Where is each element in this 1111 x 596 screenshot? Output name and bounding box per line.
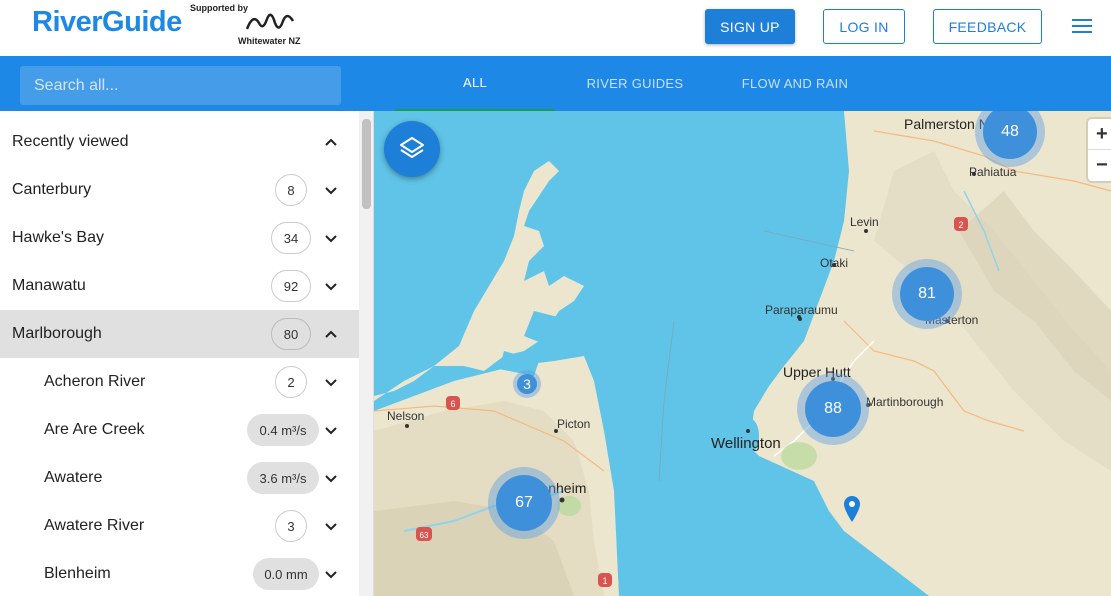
sidebar-item-label: Recently viewed	[12, 133, 129, 150]
sidebar-item-label: Awatere	[44, 469, 103, 486]
sidebar-item-label: Marlborough	[12, 325, 102, 342]
tab-all[interactable]: ALL	[395, 56, 555, 111]
search-input[interactable]	[20, 66, 341, 105]
zoom-out-button[interactable]: −	[1088, 150, 1111, 181]
region-sidebar: Recently viewed Canterbury 8 Hawke's Bay…	[0, 111, 374, 596]
chevron-down-icon[interactable]	[324, 471, 338, 485]
place-label-picton: Picton	[557, 417, 591, 431]
hamburger-menu-icon[interactable]	[1072, 19, 1092, 35]
place-label-otaki: Otaki	[820, 256, 849, 270]
svg-text:63: 63	[420, 531, 429, 540]
sidebar-item-label: Awatere River	[44, 517, 145, 534]
sidebar-item-acheron-river[interactable]: Acheron River 2	[0, 358, 359, 406]
count-badge: 8	[275, 174, 307, 206]
tab-flow-and-rain[interactable]: FLOW AND RAIN	[715, 56, 875, 111]
riverguide-logo[interactable]: RiverGuide	[32, 6, 182, 39]
sidebar-scrollbar-thumb[interactable]	[362, 119, 371, 209]
sidebar-item-blenheim[interactable]: Blenheim 0.0 mm	[0, 550, 359, 596]
place-label-nelson: Nelson	[387, 409, 425, 423]
sidebar-item-recently-viewed[interactable]: Recently viewed	[0, 118, 359, 166]
place-label-wellington: Wellington	[711, 435, 781, 452]
road-shield-1: 1	[598, 573, 612, 587]
chevron-down-icon[interactable]	[324, 423, 338, 437]
map-cluster-marker[interactable]: 81	[892, 259, 962, 329]
map-cluster-marker[interactable]: 67	[488, 467, 560, 539]
whitewater-wave-icon	[245, 13, 295, 30]
sidebar-item-label: Acheron River	[44, 373, 146, 390]
svg-text:1: 1	[602, 576, 607, 586]
sidebar-item-awatere[interactable]: Awatere 3.6 m³/s	[0, 454, 359, 502]
top-header: RiverGuide Supported by Whitewater NZ SI…	[0, 0, 1111, 56]
cluster-count: 3	[517, 374, 537, 394]
place-label-pahiatua: Pahiatua	[969, 165, 1017, 179]
sidebar-item-label: Blenheim	[44, 565, 111, 582]
sidebar-item-label: Are Are Creek	[44, 421, 145, 438]
chevron-down-icon[interactable]	[324, 279, 338, 293]
log-in-button[interactable]: LOG IN	[823, 9, 905, 44]
nav-bar: ALL RIVER GUIDES FLOW AND RAIN	[0, 56, 1111, 111]
sidebar-item-marlborough[interactable]: Marlborough 80	[0, 310, 359, 358]
sidebar-item-label: Hawke's Bay	[12, 229, 104, 246]
sidebar-item-manawatu[interactable]: Manawatu 92	[0, 262, 359, 310]
road-shield-6: 6	[446, 396, 460, 410]
place-label-levin: Levin	[850, 215, 879, 229]
count-badge: 2	[275, 366, 307, 398]
chevron-down-icon[interactable]	[324, 231, 338, 245]
sign-up-button[interactable]: SIGN UP	[705, 9, 795, 44]
whitewater-nz-sponsor-logo[interactable]: Supported by Whitewater NZ	[190, 3, 310, 47]
sponsor-caption: Supported by	[190, 3, 248, 13]
rain-badge: 0.0 mm	[253, 558, 319, 590]
chevron-down-icon[interactable]	[324, 183, 338, 197]
map-zoom-control: + −	[1088, 119, 1111, 181]
map-layers-button[interactable]	[384, 121, 440, 177]
zoom-in-button[interactable]: +	[1088, 119, 1111, 150]
sidebar-item-awatere-river[interactable]: Awatere River 3	[0, 502, 359, 550]
chevron-down-icon[interactable]	[324, 375, 338, 389]
cluster-count: 67	[496, 475, 552, 531]
map-cluster-marker[interactable]: 3	[513, 370, 541, 398]
sidebar-item-label: Canterbury	[12, 181, 92, 198]
svg-text:6: 6	[450, 399, 455, 409]
place-label-paraparaumu: Paraparaumu	[765, 303, 838, 317]
map-base-layer: 2 6 63 1	[374, 111, 1111, 596]
place-label-martinborough: Martinborough	[866, 395, 944, 409]
count-badge: 34	[271, 222, 311, 254]
count-badge: 3	[275, 510, 307, 542]
map-pin-icon[interactable]	[844, 496, 860, 522]
sidebar-item-label: Manawatu	[12, 277, 86, 294]
map-view[interactable]: 2 6 63 1 Palmerston North Pahiatua Levin…	[374, 111, 1111, 596]
count-badge: 92	[271, 270, 311, 302]
chevron-down-icon[interactable]	[324, 567, 338, 581]
flow-badge: 3.6 m³/s	[247, 462, 319, 494]
tab-river-guides[interactable]: RIVER GUIDES	[555, 56, 715, 111]
chevron-down-icon[interactable]	[324, 519, 338, 533]
flow-badge: 0.4 m³/s	[247, 414, 319, 446]
cluster-count: 88	[805, 381, 861, 437]
sidebar-item-canterbury[interactable]: Canterbury 8	[0, 166, 359, 214]
map-cluster-marker[interactable]: 88	[797, 373, 869, 445]
cluster-count: 48	[983, 111, 1037, 159]
road-shield-2: 2	[954, 217, 968, 231]
sponsor-name: Whitewater NZ	[238, 36, 301, 46]
sidebar-item-are-are-creek[interactable]: Are Are Creek 0.4 m³/s	[0, 406, 359, 454]
layers-icon	[400, 137, 424, 158]
feedback-button[interactable]: FEEDBACK	[933, 9, 1042, 44]
chevron-up-icon[interactable]	[324, 327, 338, 341]
svg-text:2: 2	[958, 220, 963, 230]
count-badge: 80	[271, 318, 311, 350]
road-shield-63: 63	[416, 527, 432, 541]
cluster-count: 81	[900, 267, 954, 321]
sidebar-item-hawkes-bay[interactable]: Hawke's Bay 34	[0, 214, 359, 262]
chevron-up-icon[interactable]	[324, 135, 338, 149]
